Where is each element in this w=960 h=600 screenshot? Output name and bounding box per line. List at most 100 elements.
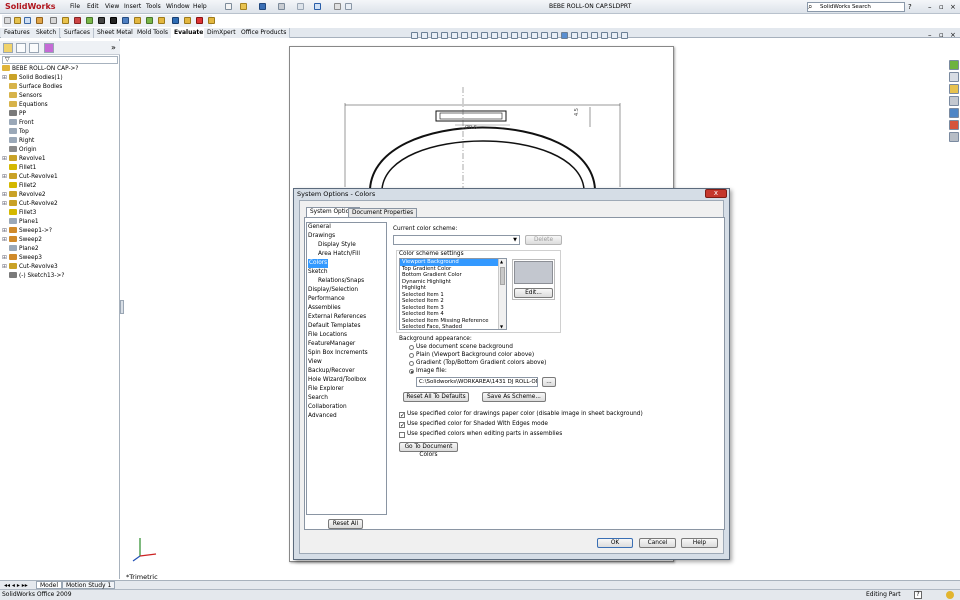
section-view-icon[interactable] xyxy=(441,32,448,39)
tree-item[interactable]: Front xyxy=(2,119,34,128)
category-item[interactable]: Display Style xyxy=(318,241,356,250)
zoom-area-icon[interactable] xyxy=(521,32,528,39)
category-item[interactable]: Backup/Recover xyxy=(308,367,355,376)
toolbar-icon-2[interactable] xyxy=(14,17,21,24)
tree-item[interactable]: Plane1 xyxy=(2,218,39,227)
zoom-area-icon[interactable] xyxy=(621,32,628,39)
view-orientation-icon[interactable] xyxy=(551,32,558,39)
reset-all-button[interactable]: Reset All xyxy=(328,519,363,529)
section-view-icon[interactable] xyxy=(541,32,548,39)
tree-expand-icon[interactable]: ⊞ xyxy=(2,74,9,83)
toolbar-icon-9[interactable] xyxy=(98,17,105,24)
tree-expand-icon[interactable]: ⊞ xyxy=(2,236,9,245)
category-item[interactable]: Drawings xyxy=(308,232,335,241)
resources-icon[interactable] xyxy=(949,60,959,70)
toolbar-icon-7[interactable] xyxy=(74,17,81,24)
custom-properties-icon[interactable] xyxy=(949,132,959,142)
category-item[interactable]: Collaboration xyxy=(308,403,347,412)
view-orientation-icon[interactable] xyxy=(451,32,458,39)
toolbar-icon-8[interactable] xyxy=(86,17,93,24)
solidworks-logo[interactable]: SolidWorks xyxy=(2,1,59,13)
toolbar-icon-15[interactable] xyxy=(172,17,179,24)
tree-root[interactable]: BEBE ROLL-ON CAP->? xyxy=(2,65,78,74)
options-icon[interactable] xyxy=(345,3,352,10)
zoom-to-fit-icon[interactable] xyxy=(411,32,418,39)
doc-close-icon[interactable]: × xyxy=(950,30,956,40)
toolbar-icon-14[interactable] xyxy=(158,17,165,24)
tree-item[interactable]: ⊞ Sweep3 xyxy=(2,254,42,263)
reset-all-to-defaults-button[interactable]: Reset All To Defaults xyxy=(403,392,469,402)
menu-insert[interactable]: Insert xyxy=(124,3,141,11)
toolbar-icon-12[interactable] xyxy=(134,17,141,24)
go-to-document-colors-button[interactable]: Go To Document Colors xyxy=(399,442,458,458)
tree-item[interactable]: Sensors xyxy=(2,92,42,101)
category-item[interactable]: External References xyxy=(308,313,366,322)
search-pane-icon[interactable] xyxy=(949,96,959,106)
tab-evaluate[interactable]: Evaluate xyxy=(171,28,208,38)
category-item[interactable]: Performance xyxy=(308,295,345,304)
category-item[interactable]: Relations/Snaps xyxy=(318,277,364,286)
hide-show-icon[interactable] xyxy=(471,32,478,39)
help-button[interactable]: Help xyxy=(681,538,718,548)
property-manager-tab-icon[interactable] xyxy=(16,43,26,53)
tree-item[interactable]: Top xyxy=(2,128,29,137)
toolbar-icon-13[interactable] xyxy=(146,17,153,24)
minimize-window-icon[interactable]: – xyxy=(928,2,932,12)
toolbar-icon-17[interactable] xyxy=(196,17,203,24)
tree-item[interactable]: Fillet3 xyxy=(2,209,36,218)
category-item[interactable]: File Locations xyxy=(308,331,347,340)
display-style-icon[interactable] xyxy=(461,32,468,39)
category-item[interactable]: FeatureManager xyxy=(308,340,355,349)
tree-item[interactable]: Equations xyxy=(2,101,48,110)
zoom-to-fit-icon[interactable] xyxy=(611,32,618,39)
image-file-path-input[interactable]: C:\Solidworks\WORKAREA\1431 DJ ROLL-ON C… xyxy=(416,377,538,387)
tab-surfaces[interactable]: Surfaces xyxy=(61,28,94,38)
tree-item[interactable]: ⊞ Revolve2 xyxy=(2,191,46,200)
menu-file[interactable]: File xyxy=(70,3,80,11)
tree-expand-icon[interactable]: ⊞ xyxy=(2,200,9,209)
tree-item[interactable]: ⊞ Solid Bodies(1) xyxy=(2,74,63,83)
feature-tree-tab-icon[interactable] xyxy=(3,43,13,53)
menu-help[interactable]: Help xyxy=(193,3,207,11)
toolbar-icon-4[interactable] xyxy=(36,17,43,24)
cancel-button[interactable]: Cancel xyxy=(639,538,676,548)
tree-item[interactable]: ⊞ Cut-Revolve1 xyxy=(2,173,58,182)
tab-dimxpert[interactable]: DimXpert xyxy=(204,28,240,38)
tab-sketch[interactable]: Sketch xyxy=(33,28,61,38)
delete-scheme-button[interactable]: Delete xyxy=(525,235,562,245)
file-explorer-icon[interactable] xyxy=(949,84,959,94)
category-item[interactable]: Area Hatch/Fill xyxy=(318,250,360,259)
category-item[interactable]: General xyxy=(308,223,331,232)
tree-filter-input[interactable]: ▽ xyxy=(2,56,118,64)
tab-model[interactable]: Model xyxy=(36,581,63,589)
display-style-icon[interactable] xyxy=(561,32,568,39)
category-item[interactable]: Spin Box Increments xyxy=(308,349,368,358)
hide-show-icon[interactable] xyxy=(571,32,578,39)
tab-mold-tools[interactable]: Mold Tools xyxy=(134,28,173,38)
zoom-to-fit-icon[interactable] xyxy=(511,32,518,39)
rebuild-icon[interactable] xyxy=(334,3,341,10)
dialog-close-button[interactable]: x xyxy=(705,189,727,198)
category-item[interactable]: Advanced xyxy=(308,412,337,421)
tab-sheet-metal[interactable]: Sheet Metal xyxy=(94,28,137,38)
appearances-icon[interactable] xyxy=(949,120,959,130)
category-item[interactable]: File Explorer xyxy=(308,385,344,394)
toolbar-icon-18[interactable] xyxy=(208,17,215,24)
view-settings-icon[interactable] xyxy=(601,32,608,39)
save-icon[interactable] xyxy=(259,3,266,10)
apply-scene-icon[interactable] xyxy=(591,32,598,39)
color-list-scrollbar[interactable]: ▲ ▼ xyxy=(498,259,506,329)
tree-expand-icon[interactable]: ⊞ xyxy=(2,254,9,263)
appearance-tab-icon[interactable] xyxy=(44,43,54,53)
search-input[interactable]: SolidWorks Search xyxy=(807,2,905,12)
tab-office-products[interactable]: Office Products xyxy=(238,28,291,38)
tab-nav-arrows-icon[interactable]: ◂◂ ◂ ▸ ▸▸ xyxy=(4,582,28,589)
undo-icon[interactable] xyxy=(297,3,304,10)
category-item[interactable]: Default Templates xyxy=(308,322,361,331)
tree-item[interactable]: (-) Sketch13->? xyxy=(2,272,64,281)
checkbox-editing-parts-colors[interactable] xyxy=(399,432,405,438)
tree-item[interactable]: ⊞ Cut-Revolve3 xyxy=(2,263,58,272)
tab-features[interactable]: Features xyxy=(1,28,34,38)
tree-item[interactable]: ⊞ Sweep1->? xyxy=(2,227,52,236)
category-item[interactable]: Display/Selection xyxy=(308,286,358,295)
